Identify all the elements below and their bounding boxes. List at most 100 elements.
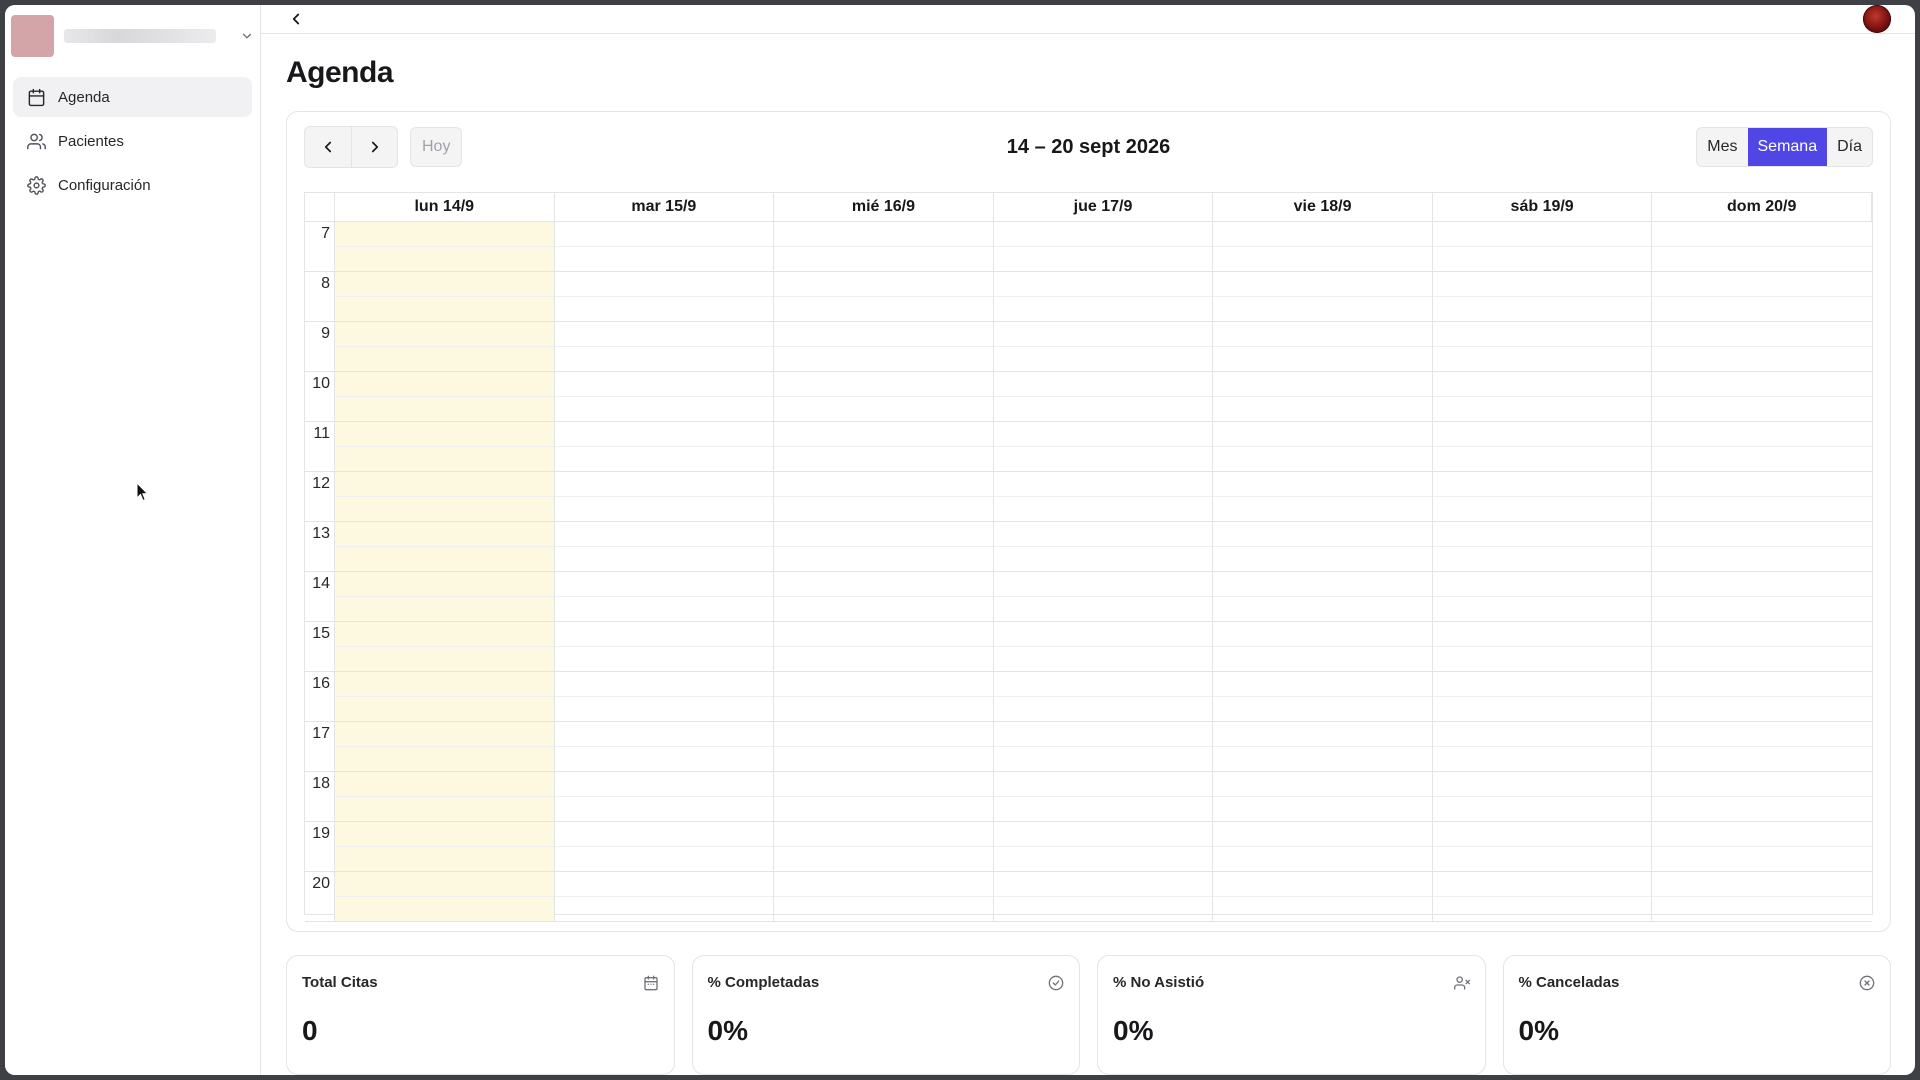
day-header[interactable]: sáb 19/9: [1432, 193, 1653, 222]
time-slot[interactable]: [335, 722, 555, 772]
time-slot[interactable]: [1432, 372, 1653, 422]
time-slot[interactable]: [1432, 622, 1653, 672]
time-slot[interactable]: [774, 872, 994, 922]
time-slot[interactable]: [774, 272, 994, 322]
time-slot[interactable]: [554, 572, 775, 622]
avatar[interactable]: [1863, 5, 1891, 33]
time-slot[interactable]: [993, 672, 1214, 722]
time-slot[interactable]: [1432, 722, 1653, 772]
time-slot[interactable]: [993, 472, 1214, 522]
time-slot[interactable]: [554, 872, 775, 922]
time-slot[interactable]: [993, 872, 1214, 922]
time-slot[interactable]: [1213, 272, 1433, 322]
time-slot[interactable]: [1213, 772, 1433, 822]
time-slot[interactable]: [774, 472, 994, 522]
view-month-button[interactable]: Mes: [1697, 128, 1747, 166]
time-slot[interactable]: [1213, 222, 1433, 272]
time-slot[interactable]: [554, 222, 775, 272]
time-slot[interactable]: [335, 772, 555, 822]
time-slot[interactable]: [774, 822, 994, 872]
time-slot[interactable]: [1432, 822, 1653, 872]
time-slot[interactable]: [993, 822, 1214, 872]
time-slot[interactable]: [1652, 622, 1872, 672]
time-slot[interactable]: [993, 522, 1214, 572]
sidebar-item-pacientes[interactable]: Pacientes: [13, 121, 252, 161]
time-slot[interactable]: [1213, 622, 1433, 672]
time-slot[interactable]: [1213, 822, 1433, 872]
day-header[interactable]: dom 20/9: [1652, 193, 1872, 222]
time-slot[interactable]: [1213, 322, 1433, 372]
time-slot[interactable]: [774, 622, 994, 672]
sidebar-item-agenda[interactable]: Agenda: [13, 77, 252, 117]
time-slot[interactable]: [993, 222, 1214, 272]
time-slot[interactable]: [335, 872, 555, 922]
time-slot[interactable]: [1432, 272, 1653, 322]
day-header[interactable]: mar 15/9: [554, 193, 775, 222]
day-header[interactable]: vie 18/9: [1213, 193, 1433, 222]
organization-switcher[interactable]: [5, 5, 260, 67]
time-slot[interactable]: [1432, 672, 1653, 722]
time-slot[interactable]: [335, 522, 555, 572]
time-slot[interactable]: [774, 572, 994, 622]
time-slot[interactable]: [1652, 672, 1872, 722]
time-slot[interactable]: [993, 772, 1214, 822]
sidebar-item-configuracion[interactable]: Configuración: [13, 165, 252, 205]
time-slot[interactable]: [554, 622, 775, 672]
time-slot[interactable]: [1652, 322, 1872, 372]
time-slot[interactable]: [335, 472, 555, 522]
time-slot[interactable]: [1652, 822, 1872, 872]
time-slot[interactable]: [1652, 722, 1872, 772]
time-slot[interactable]: [1652, 422, 1872, 472]
time-slot[interactable]: [1652, 222, 1872, 272]
time-slot[interactable]: [1652, 872, 1872, 922]
time-slot[interactable]: [993, 622, 1214, 672]
time-slot[interactable]: [554, 522, 775, 572]
back-button[interactable]: [287, 10, 305, 28]
time-slot[interactable]: [993, 722, 1214, 772]
time-slot[interactable]: [1432, 522, 1653, 572]
time-slot[interactable]: [774, 422, 994, 472]
time-slot[interactable]: [1652, 522, 1872, 572]
time-slot[interactable]: [554, 422, 775, 472]
time-slot[interactable]: [1652, 772, 1872, 822]
time-slot[interactable]: [1652, 572, 1872, 622]
time-slot[interactable]: [774, 322, 994, 372]
view-day-button[interactable]: Día: [1827, 128, 1872, 166]
time-slot[interactable]: [774, 522, 994, 572]
time-slot[interactable]: [335, 372, 555, 422]
time-slot[interactable]: [993, 572, 1214, 622]
time-slot[interactable]: [1213, 372, 1433, 422]
day-header[interactable]: jue 17/9: [993, 193, 1214, 222]
chevron-down-icon[interactable]: [240, 29, 254, 43]
time-slot[interactable]: [554, 772, 775, 822]
time-slot[interactable]: [335, 572, 555, 622]
time-slot[interactable]: [554, 672, 775, 722]
time-slot[interactable]: [1432, 322, 1653, 372]
time-slot[interactable]: [335, 672, 555, 722]
time-slot[interactable]: [1652, 472, 1872, 522]
time-slot[interactable]: [1432, 472, 1653, 522]
time-slot[interactable]: [1652, 272, 1872, 322]
time-slot[interactable]: [1432, 872, 1653, 922]
time-slot[interactable]: [335, 272, 555, 322]
time-slot[interactable]: [335, 222, 555, 272]
time-slot[interactable]: [1213, 422, 1433, 472]
time-slot[interactable]: [1213, 872, 1433, 922]
time-slot[interactable]: [993, 272, 1214, 322]
day-header[interactable]: lun 14/9: [335, 193, 555, 222]
time-slot[interactable]: [1652, 372, 1872, 422]
time-slot[interactable]: [1213, 722, 1433, 772]
time-slot[interactable]: [993, 322, 1214, 372]
time-slot[interactable]: [993, 422, 1214, 472]
time-slot[interactable]: [554, 822, 775, 872]
time-slot[interactable]: [1213, 572, 1433, 622]
view-week-button[interactable]: Semana: [1747, 128, 1828, 166]
time-slot[interactable]: [335, 322, 555, 372]
time-slot[interactable]: [1213, 522, 1433, 572]
time-slot[interactable]: [774, 672, 994, 722]
previous-week-button[interactable]: [305, 127, 351, 167]
time-slot[interactable]: [1432, 422, 1653, 472]
next-week-button[interactable]: [351, 127, 397, 167]
time-slot[interactable]: [554, 272, 775, 322]
time-slot[interactable]: [774, 372, 994, 422]
